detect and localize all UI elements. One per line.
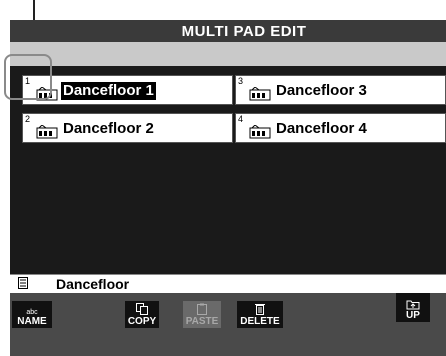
pad-number: 4 — [238, 114, 244, 124]
copy-button-label: COPY — [127, 316, 157, 327]
name-button-sublabel: abc — [26, 309, 38, 316]
pad-4[interactable]: 4 Dancefloor 4 — [235, 113, 446, 143]
title-bar: MULTI PAD EDIT — [10, 20, 446, 42]
delete-button[interactable]: DELETE — [237, 301, 283, 328]
trash-icon — [255, 304, 265, 315]
multipad-icon — [249, 125, 271, 139]
pad-name: Dancefloor 4 — [276, 120, 367, 137]
pad-3[interactable]: 3 Dancefloor 3 — [235, 75, 446, 105]
folder-name: Dancefloor — [56, 276, 130, 292]
lcd-screen: MULTI PAD EDIT 1 Dancefloor 1 3 Danceflo… — [10, 20, 446, 356]
multipad-icon — [36, 125, 58, 139]
folder-path-bar: Dancefloor — [10, 274, 446, 294]
up-button[interactable]: UP — [396, 293, 430, 322]
multipad-icon — [249, 87, 271, 101]
up-button-label: UP — [406, 310, 420, 321]
callout-highlight-box — [4, 54, 52, 100]
name-button[interactable]: abc NAME — [12, 301, 52, 328]
copy-button[interactable]: COPY — [125, 301, 159, 328]
folder-up-icon — [406, 300, 420, 310]
button-bar — [10, 293, 446, 356]
folder-icon — [18, 277, 28, 289]
pad-name: Dancefloor 2 — [63, 120, 154, 137]
pad-number: 3 — [238, 76, 244, 86]
pad-name: Dancefloor 3 — [276, 82, 367, 99]
header-strip — [10, 42, 446, 66]
copy-icon — [136, 303, 148, 315]
pad-2[interactable]: 2 Dancefloor 2 — [22, 113, 233, 143]
delete-button-label: DELETE — [240, 316, 280, 327]
page-title: MULTI PAD EDIT — [181, 22, 307, 40]
name-button-label: NAME — [17, 316, 47, 327]
pad-1[interactable]: 1 Dancefloor 1 — [22, 75, 233, 105]
pad-name: Dancefloor 1 — [61, 82, 156, 100]
pad-number: 2 — [25, 114, 31, 124]
paste-button-label: PASTE — [185, 316, 219, 327]
paste-icon — [197, 303, 207, 315]
paste-button[interactable]: PASTE — [183, 301, 221, 328]
